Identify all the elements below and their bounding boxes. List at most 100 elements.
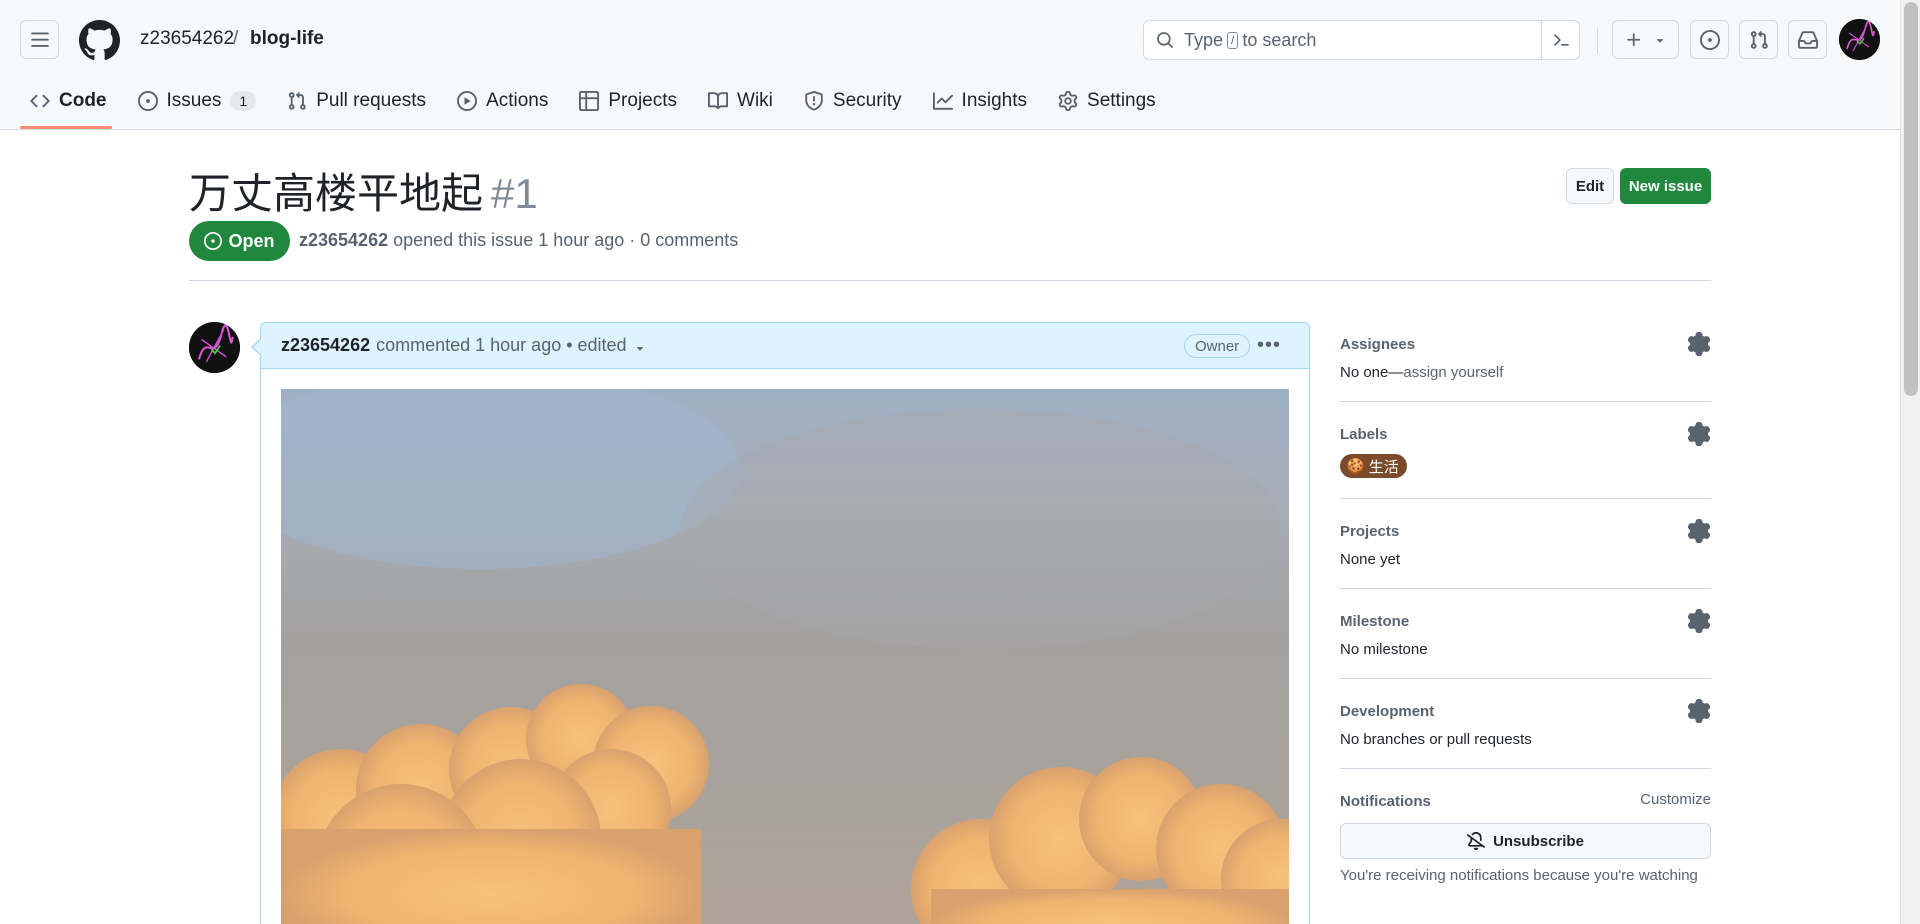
tab-label: Issues [166,90,222,111]
tab-label: Code [59,90,107,111]
inbox-icon [1797,30,1818,49]
milestone-value: No milestone [1340,641,1428,658]
page-scrollbar[interactable] [1900,0,1920,924]
milestone-section: Milestone No milestone [1340,609,1711,679]
terminal-icon [1553,34,1569,46]
assign-yourself-link[interactable]: assign yourself [1403,364,1503,381]
create-new-button[interactable] [1612,20,1679,59]
comment-author-link[interactable]: z23654262 [281,335,370,356]
breadcrumb-owner[interactable]: z23654262 [140,28,234,50]
gear-icon[interactable] [1687,332,1711,356]
avatar-scribble-icon [189,322,240,373]
notifications-note: You're receiving notifications because y… [1340,867,1698,884]
breadcrumb-repo[interactable]: blog-life [250,28,324,50]
tab-actions[interactable]: Actions [447,82,558,120]
gear-icon[interactable] [1687,519,1711,543]
repo-tabs: Code Issues 1 Pull requests Actions Proj… [20,82,1177,130]
search-placeholder-post: to search [1242,29,1317,50]
assignees-section: Assignees No one—assign yourself [1340,332,1711,402]
comment-author-avatar[interactable] [189,322,240,373]
triangle-down-icon [1656,38,1663,43]
customize-link[interactable]: Customize [1640,791,1711,808]
search-shortcut-key: / [1227,31,1239,49]
play-icon [457,91,478,111]
unsubscribe-label: Unsubscribe [1493,832,1584,850]
github-logo-icon[interactable] [79,20,120,61]
repo-header: z23654262 / blog-life Type / to search C… [0,0,1900,130]
gear-icon[interactable] [1687,699,1711,723]
hamburger-icon [30,32,49,47]
development-title[interactable]: Development [1340,699,1711,723]
assignees-value: No one—assign yourself [1340,364,1711,381]
unsubscribe-button[interactable]: Unsubscribe [1340,823,1711,859]
tab-label: Wiki [737,90,773,111]
tab-issues[interactable]: Issues 1 [128,82,267,120]
owner-badge: Owner [1184,334,1251,358]
menu-button[interactable] [20,20,59,59]
user-avatar[interactable] [1839,19,1880,60]
issue-author-link[interactable]: z23654262 [299,230,388,250]
book-icon [708,92,729,110]
new-issue-button[interactable]: New issue [1620,168,1711,204]
comment-meta-text[interactable]: commented 1 hour ago • edited [376,335,626,356]
tab-wiki[interactable]: Wiki [698,82,783,120]
plus-icon [1626,32,1640,46]
tab-projects[interactable]: Projects [569,82,687,120]
issue-sidebar: Assignees No one—assign yourself Labels … [1340,332,1711,924]
tab-label: Security [832,90,902,111]
tab-label: Settings [1087,90,1156,111]
issue-title: 万丈高楼平地起 #1 [189,160,538,221]
breadcrumb-separator: / [233,28,239,49]
issue-opened-icon [204,232,223,250]
issue-meta-text: opened this issue 1 hour ago · 0 comment… [393,230,739,250]
comment-image[interactable] [281,389,1289,924]
command-palette-button[interactable] [1541,21,1579,59]
label-pill[interactable]: 🍪 生活 [1340,454,1407,478]
issue-title-text: 万丈高楼平地起 [189,170,484,217]
tab-pull-requests[interactable]: Pull requests [277,82,436,120]
code-icon [30,94,50,108]
search-placeholder-pre: Type [1184,29,1224,50]
issue-number: #1 [491,170,538,217]
graph-icon [932,92,953,110]
git-pull-request-icon [1750,30,1768,49]
issue-state-badge: Open [189,221,290,261]
issues-count-badge: 1 [230,91,257,111]
clouds-photo-icon [281,389,1289,924]
tab-security[interactable]: Security [794,82,912,120]
development-value: No branches or pull requests [1340,731,1532,748]
projects-section: Projects None yet [1340,519,1711,589]
comment-pointer-inner [253,339,262,355]
notifications-section: Notifications Customize Unsubscribe You'… [1340,789,1711,904]
header-divider [1597,28,1598,54]
tab-label: Insights [961,90,1028,111]
gear-icon[interactable] [1687,609,1711,633]
milestone-title[interactable]: Milestone [1340,609,1711,633]
table-icon [579,91,600,111]
projects-value: None yet [1340,551,1401,568]
projects-title[interactable]: Projects [1340,519,1711,543]
triangle-down-icon[interactable] [633,341,647,355]
title-divider [189,280,1711,281]
label-name: 生活 [1368,458,1399,476]
comment-header: z23654262 commented 1 hour ago • edited … [261,323,1309,369]
gear-icon[interactable] [1687,422,1711,446]
your-issues-button[interactable] [1690,20,1729,59]
tab-code[interactable]: Code [20,82,117,120]
tab-settings[interactable]: Settings [1048,82,1166,120]
your-pull-requests-button[interactable] [1739,20,1778,59]
tab-insights[interactable]: Insights [923,82,1037,120]
edit-title-button[interactable]: Edit [1566,168,1614,204]
bell-slash-icon [1467,832,1486,850]
cookie-icon: 🍪 [1346,458,1365,475]
shield-icon [805,91,823,111]
kebab-horizontal-icon[interactable]: ••• [1254,331,1284,359]
assignees-title[interactable]: Assignees [1340,332,1711,356]
issue-state-label: Open [228,230,275,251]
scrollbar-thumb[interactable] [1904,2,1918,396]
labels-section: Labels 🍪 生活 [1340,422,1711,499]
search-input[interactable]: Type / to search [1143,20,1580,60]
inbox-button[interactable] [1788,20,1827,59]
tab-label: Projects [608,90,678,111]
labels-title[interactable]: Labels [1340,422,1711,446]
